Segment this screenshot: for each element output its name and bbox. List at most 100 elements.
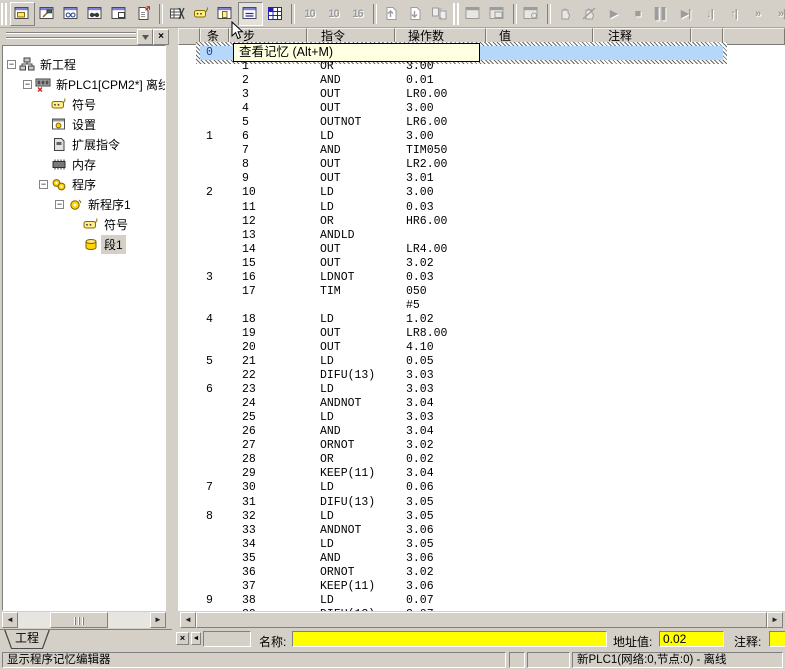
mnemonic-row[interactable]: 418LD1.02 xyxy=(200,313,723,327)
mnemonic-row[interactable]: 13ANDLD xyxy=(200,229,723,243)
tree-item-memory[interactable]: 内存 xyxy=(3,154,165,174)
tree-expander-icon[interactable]: − xyxy=(7,60,16,69)
mnemonic-row[interactable]: 33ANDNOT3.06 xyxy=(200,524,723,538)
mnemonic-row[interactable]: 39DIFU(13)3.07 xyxy=(200,608,723,611)
mnemonic-row[interactable]: 9OUT3.01 xyxy=(200,172,723,186)
mnemonic-row[interactable]: 22DIFU(13)3.03 xyxy=(200,369,723,383)
transfer-to-plc-button[interactable] xyxy=(380,3,403,25)
mnemonic-row[interactable]: 316LDNOT0.03 xyxy=(200,271,723,285)
tree-expander-icon[interactable]: − xyxy=(23,80,32,89)
comment-input[interactable] xyxy=(769,631,785,647)
tree-expander-icon[interactable]: − xyxy=(39,180,48,189)
mnemonic-row[interactable]: 27ORNOT3.02 xyxy=(200,439,723,453)
mnemonic-row[interactable]: 3OUTLR0.00 xyxy=(200,88,723,102)
mnemonic-row[interactable]: 1OR3.00 xyxy=(200,60,723,74)
mnemonic-row[interactable]: 4OUT3.00 xyxy=(200,102,723,116)
mnemonic-row[interactable]: 521LD0.05 xyxy=(200,355,723,369)
tree-item-section1[interactable]: 段1 xyxy=(3,234,165,254)
mnemonic-row[interactable]: 16LD3.00 xyxy=(200,130,723,144)
toggle-cross-reference-button[interactable] xyxy=(84,3,107,25)
properties-button[interactable] xyxy=(132,3,155,25)
scroll-thumb[interactable] xyxy=(196,612,767,628)
stop-button[interactable]: ■ xyxy=(626,3,649,25)
mnemonic-row[interactable]: 28OR0.02 xyxy=(200,453,723,467)
tree-item-program-symbols[interactable]: 符号 xyxy=(3,214,165,234)
mnemonic-row[interactable]: 35AND3.06 xyxy=(200,552,723,566)
mnemonic-row[interactable]: 29KEEP(11)3.04 xyxy=(200,467,723,481)
view-symbols-button[interactable] xyxy=(190,3,213,25)
mnemonic-row[interactable]: 25LD3.03 xyxy=(200,411,723,425)
monitor-decimal-button[interactable]: 10 xyxy=(298,3,321,25)
tree-item-symbols[interactable]: 符号 xyxy=(3,94,165,114)
mnemonic-row[interactable]: 623LD3.03 xyxy=(200,383,723,397)
monitor-hex-button[interactable]: 16 xyxy=(346,3,369,25)
mnemonic-row[interactable]: 31DIFU(13)3.05 xyxy=(200,496,723,510)
tree-item-settings[interactable]: 设置 xyxy=(3,114,165,134)
mnemonic-row[interactable]: 26AND3.04 xyxy=(200,425,723,439)
name-input[interactable] xyxy=(292,631,607,647)
mnemonic-row[interactable]: 2AND0.01 xyxy=(200,74,723,88)
tree-hscrollbar[interactable]: ◄ ► xyxy=(2,612,166,628)
workspace-gripper[interactable]: × xyxy=(2,29,166,44)
tree-item-new-project[interactable]: −新工程 xyxy=(3,54,165,74)
workspace-close-button[interactable]: × xyxy=(153,29,169,45)
step-into-button[interactable]: ↓| xyxy=(698,3,721,25)
mnemonic-row[interactable]: #5 xyxy=(200,299,723,313)
mnemonic-row[interactable]: 24ANDNOT3.04 xyxy=(200,397,723,411)
mnemonic-row[interactable]: 5OUTNOTLR6.00 xyxy=(200,116,723,130)
tree-item-new-program1[interactable]: −新程序1 xyxy=(3,194,165,214)
toolbar-grip[interactable] xyxy=(453,3,460,25)
pause-button[interactable]: ▌▌ xyxy=(650,3,673,25)
tree-item-expansion-instructions[interactable]: 扩展指令 xyxy=(3,134,165,154)
force-on-button[interactable] xyxy=(554,3,577,25)
scroll-thumb[interactable] xyxy=(50,612,108,628)
work-online-button[interactable] xyxy=(462,3,485,25)
mnemonic-row[interactable]: 12ORHR6.00 xyxy=(200,215,723,229)
mnemonic-row[interactable]: 20OUT4.10 xyxy=(200,341,723,355)
mnemonic-row[interactable]: 938LD0.07 xyxy=(200,594,723,608)
continuous-step-button[interactable]: » xyxy=(746,3,769,25)
mnemonic-row[interactable]: 15OUT3.02 xyxy=(200,257,723,271)
table-hscrollbar[interactable]: ◄ ► xyxy=(178,612,785,628)
monitor-mode-button[interactable] xyxy=(520,3,543,25)
tab-project[interactable]: 工程 xyxy=(4,630,50,649)
mnemonic-row[interactable]: 730LD0.06 xyxy=(200,481,723,495)
toolbar-grip[interactable] xyxy=(1,3,8,25)
mnemonic-row[interactable]: 11LD0.03 xyxy=(200,201,723,215)
scroll-left-arrow-icon[interactable]: ◄ xyxy=(2,612,18,628)
mnemonic-row[interactable]: 8OUTLR2.00 xyxy=(200,158,723,172)
transfer-from-plc-button[interactable] xyxy=(404,3,427,25)
workspace-pin-button[interactable] xyxy=(137,29,153,45)
scroll-right-arrow-icon[interactable]: ► xyxy=(767,612,783,628)
mnemonic-row[interactable]: 14OUTLR4.00 xyxy=(200,243,723,257)
force-off-button[interactable] xyxy=(578,3,601,25)
mnemonic-row[interactable]: 210LD3.00 xyxy=(200,186,723,200)
tree-item-new-plc1[interactable]: −新PLC1[CPM2*] 离线 xyxy=(3,74,165,94)
address-input[interactable] xyxy=(659,631,724,647)
scroll-left-arrow-icon[interactable]: ◄ xyxy=(180,612,196,628)
work-online-simulator-button[interactable] xyxy=(486,3,509,25)
scroll-right-arrow-icon[interactable]: ► xyxy=(150,612,166,628)
toggle-project-workspace-button[interactable] xyxy=(10,2,35,26)
mnemonic-row[interactable]: 37KEEP(11)3.06 xyxy=(200,580,723,594)
editbar-prev-button[interactable]: ◄ xyxy=(191,632,201,645)
toggle-watch-window-button[interactable] xyxy=(60,3,83,25)
mnemonic-row[interactable]: 36ORNOT3.02 xyxy=(200,566,723,580)
run-button[interactable]: ▶ xyxy=(602,3,625,25)
view-mnemonics-button[interactable] xyxy=(166,3,189,25)
mnemonic-row[interactable]: 19OUTLR8.00 xyxy=(200,327,723,341)
mnemonic-row[interactable]: 34LD3.05 xyxy=(200,538,723,552)
step-run-button[interactable]: ▶| xyxy=(674,3,697,25)
tree-expander-icon[interactable]: − xyxy=(55,200,64,209)
mnemonic-row[interactable]: 832LD3.05 xyxy=(200,510,723,524)
compare-with-plc-button[interactable] xyxy=(428,3,451,25)
step-out-button[interactable]: ↑| xyxy=(722,3,745,25)
monitor-signed-decimal-button[interactable]: 10 xyxy=(322,3,345,25)
mnemonic-row[interactable]: 7ANDTIM050 xyxy=(200,144,723,158)
tree-item-programs[interactable]: −程序 xyxy=(3,174,165,194)
scan-run-button[interactable]: »| xyxy=(770,3,785,25)
mnemonic-row[interactable]: 17TIM050 xyxy=(200,285,723,299)
view-io-table-button[interactable] xyxy=(264,3,287,25)
toggle-output-window-button[interactable] xyxy=(36,3,59,25)
toggle-address-reference-button[interactable] xyxy=(108,3,131,25)
